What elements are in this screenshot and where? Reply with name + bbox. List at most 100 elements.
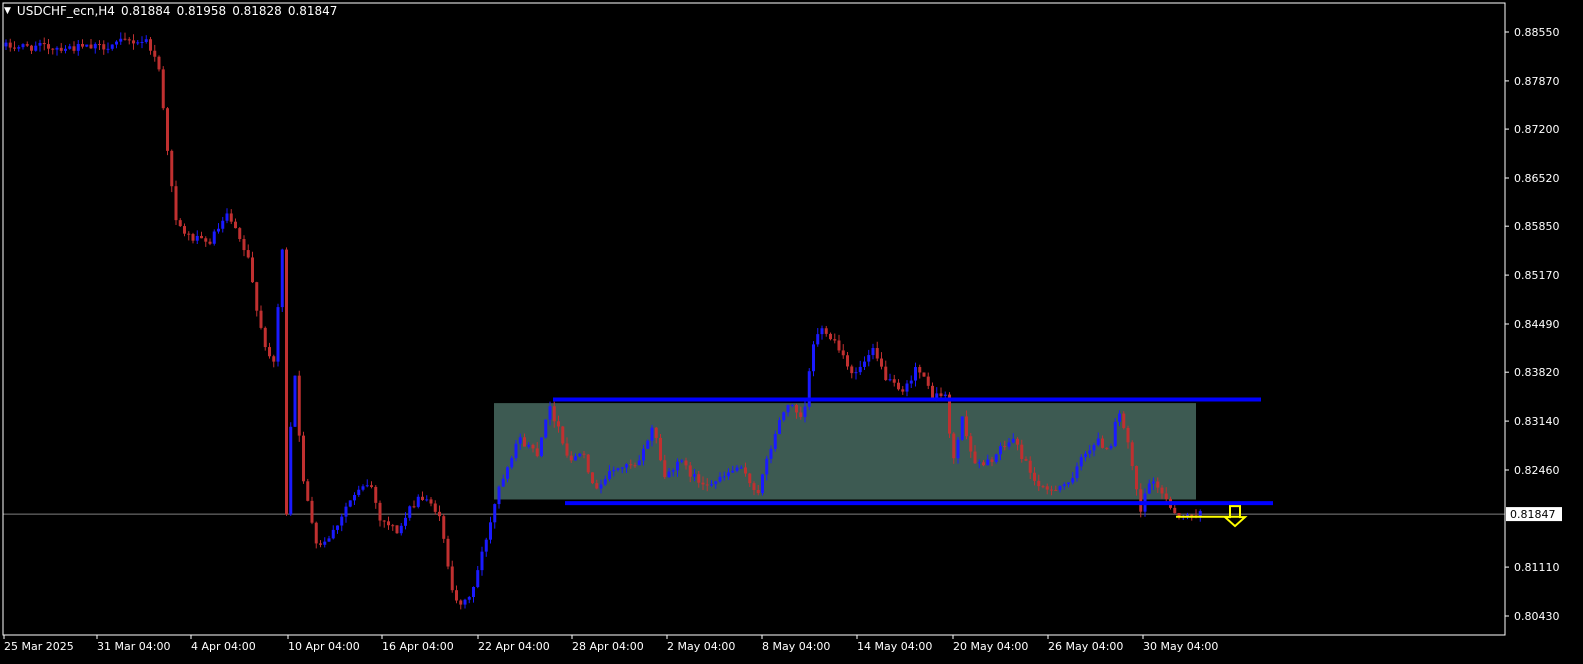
candle-body [1075,466,1079,479]
candle-body [1028,460,1032,473]
candle-body [952,433,956,459]
candle-body [293,375,297,427]
candle [484,537,488,557]
candle [149,36,152,55]
candle-body [595,483,599,489]
x-tick-label: 20 May 04:00 [953,640,1028,653]
candle [480,546,484,576]
candle [467,595,471,604]
candle-body [956,439,960,459]
candle-body [633,465,637,467]
candle-body [1130,442,1134,467]
x-tick-label: 4 Apr 04:00 [191,640,256,653]
candle [276,303,280,367]
candle-body [387,521,390,526]
candle-body [259,310,263,328]
candle [395,525,399,534]
candle-body [98,44,101,46]
candle-body [110,44,114,49]
candle [13,41,16,52]
candle-body [969,436,973,452]
candle-body [136,42,140,44]
candle-body [926,376,930,386]
candle-body [914,367,917,381]
candle [55,46,59,56]
candle-body [875,348,879,359]
candle [38,39,42,52]
candle-body [854,372,858,374]
candle-body [102,44,106,50]
candle [157,55,161,72]
x-tick-label: 8 May 04:00 [762,640,830,653]
candle-body [1071,478,1075,483]
candle-body [1152,481,1155,484]
candle-body [786,405,790,413]
candle [110,44,114,51]
candle-body [476,570,480,587]
candle [361,484,365,492]
candle [21,43,25,50]
candle-body [1037,480,1041,487]
candle [905,380,909,397]
candle-body [620,467,624,469]
candle [115,40,118,49]
candle [812,341,815,377]
candle-body [263,327,267,348]
candle-body [412,506,416,508]
candle-body [344,506,348,517]
candle [319,540,322,548]
candle-body [1092,445,1096,451]
candle-body [268,347,271,357]
candle-body [174,186,178,221]
candle [170,149,174,193]
candle [489,516,492,544]
candle-body [1050,489,1053,491]
candle-body [382,520,386,522]
candle-body [884,366,888,380]
candle-body [480,551,484,571]
candle-body [943,394,947,397]
candle-body [1135,466,1138,490]
candle [382,520,386,528]
candle-body [1173,507,1177,514]
candle-body [34,45,38,51]
candle [926,372,930,390]
candle [85,44,89,48]
x-tick-label: 2 May 04:00 [667,640,735,653]
candle [846,352,849,370]
candle-body [1160,487,1164,494]
candle [136,40,140,46]
candle-body [459,600,463,605]
candle-body [425,499,429,501]
candle [208,238,212,246]
price-chart[interactable]: 0.88550 0.87870 0.87200 0.86520 0.85850 0.851… [0,0,1583,664]
candle [30,44,33,54]
candle-body [370,485,373,487]
candle [412,500,416,509]
candle-body [144,39,148,42]
candle-body [204,238,208,242]
candle [144,35,148,44]
candle-body [149,39,152,51]
candle-body [442,516,446,539]
candle [119,32,123,45]
candle-body [191,234,195,241]
candle [153,44,157,62]
candle [909,375,913,389]
candle-body [960,416,964,440]
candle-body [55,47,59,50]
candle-body [501,478,505,487]
candle-body [527,444,531,447]
x-tick-label: 28 Apr 04:00 [572,640,644,653]
candle-body [718,476,722,482]
candle [344,502,348,523]
candle-body [905,383,909,392]
y-tick-label: 0.82460 [1514,464,1560,477]
candle [459,599,463,610]
candle [429,497,433,507]
candle [234,218,237,229]
candle-body [1058,486,1062,491]
y-tick-label: 0.86520 [1514,172,1560,185]
candle [446,535,450,570]
candle-body [30,45,33,51]
